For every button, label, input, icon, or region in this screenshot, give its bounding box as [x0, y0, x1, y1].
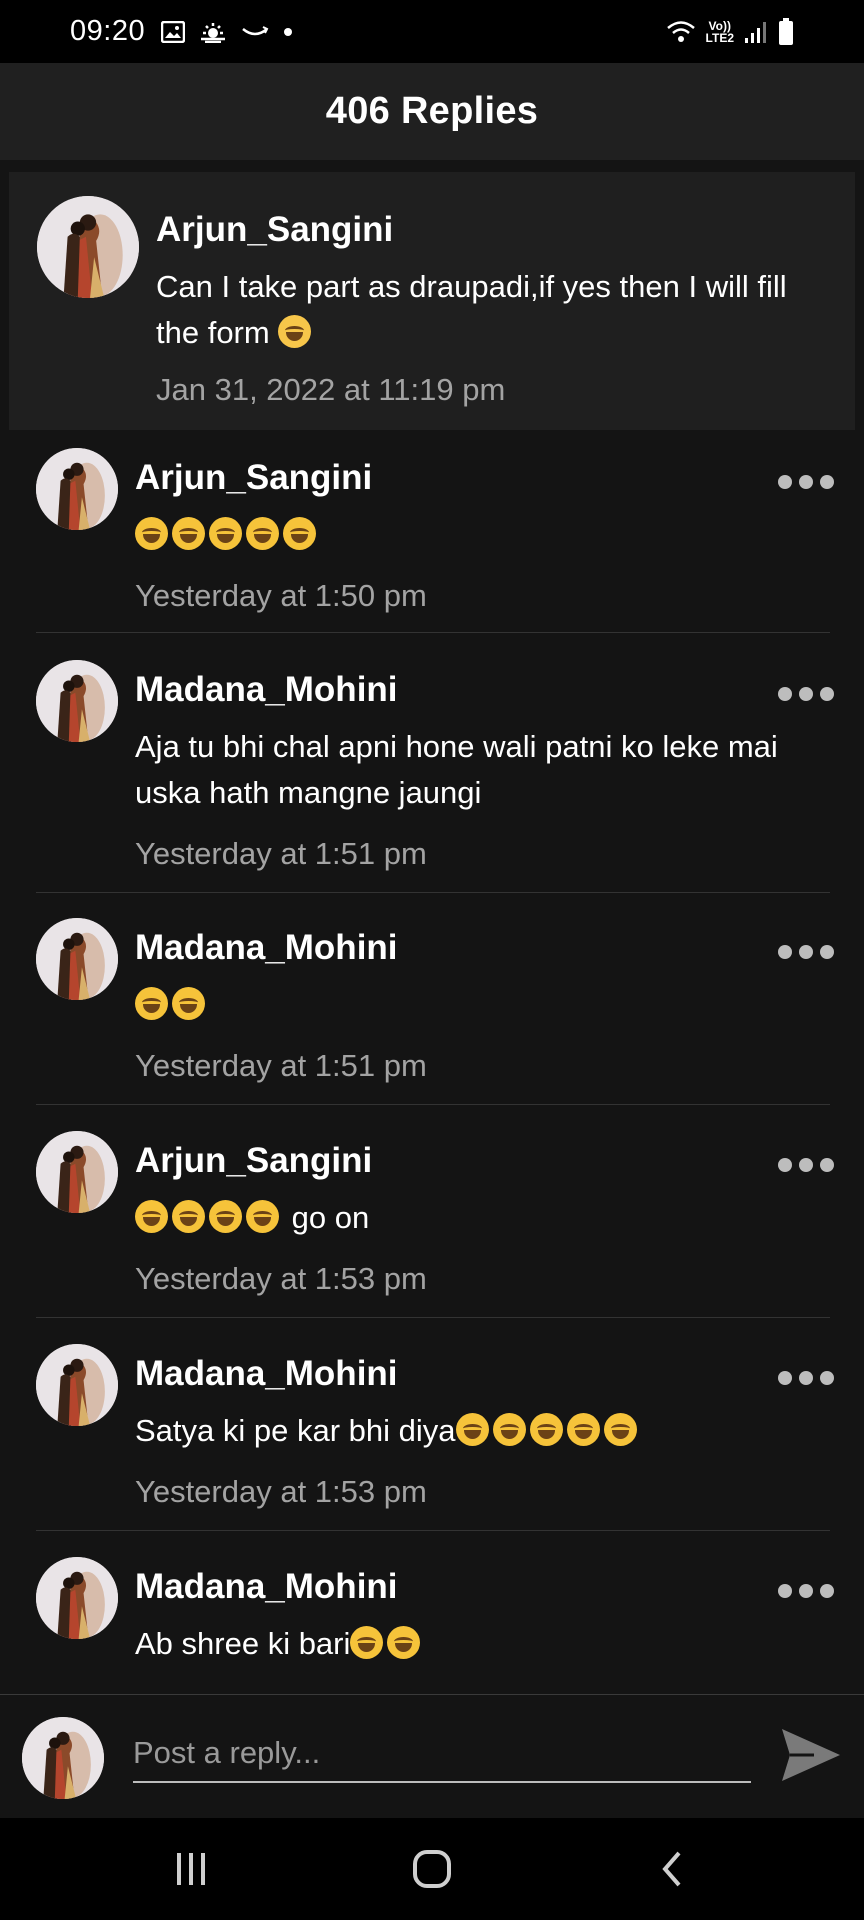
avatar[interactable]: [36, 660, 118, 742]
reply-text-content: go on: [291, 1200, 370, 1235]
reply-item: Madana_Mohini Ab shree ki bari: [0, 1557, 864, 1694]
more-options-button[interactable]: [778, 1366, 834, 1390]
amazon-icon: [241, 25, 269, 39]
home-button[interactable]: [402, 1839, 462, 1899]
laugh-emoji-icon: [246, 517, 279, 550]
reply-item: Madana_Mohini Satya ki pe kar bhi diya Y…: [0, 1344, 864, 1531]
wifi-icon: [666, 20, 696, 44]
laugh-emoji-icon: [603, 1413, 637, 1446]
username[interactable]: Madana_Mohini: [135, 1567, 398, 1607]
status-system-icons: Vo)) LTE2: [666, 17, 794, 46]
post-text-content: Can I take part as draupadi,if yes then …: [156, 269, 787, 350]
reply-text-content: Ab shree ki bari: [135, 1626, 351, 1661]
timestamp: Yesterday at 1:53 pm: [135, 1474, 427, 1509]
reply-item: Madana_Mohini Aja tu bhi chal apni hone …: [0, 660, 864, 893]
reply-text: [135, 982, 835, 1028]
username[interactable]: Arjun_Sangini: [135, 1141, 372, 1181]
reply-text-content: Satya ki pe kar bhi diya: [135, 1413, 456, 1448]
lte-label: LTE2: [705, 30, 734, 45]
battery-icon: [778, 17, 794, 46]
status-bar: 09:20 Vo)) LTE2: [0, 0, 864, 63]
status-notification-icons: [161, 20, 293, 43]
weather-icon: [199, 21, 227, 43]
timestamp: Yesterday at 1:53 pm: [135, 1261, 427, 1296]
back-icon: [662, 1851, 681, 1887]
more-options-button[interactable]: [778, 940, 834, 964]
laugh-emoji-icon: [387, 1626, 421, 1659]
laugh-emoji-icon: [172, 517, 205, 550]
reply-text: [135, 512, 835, 558]
reply-composer: [0, 1694, 864, 1818]
laugh-emoji-icon: [455, 1413, 489, 1446]
laugh-emoji-icon: [283, 517, 316, 550]
more-options-button[interactable]: [778, 1579, 834, 1603]
more-options-button[interactable]: [778, 1153, 834, 1177]
system-nav-bar: [0, 1818, 864, 1920]
reply-text: Satya ki pe kar bhi diya: [135, 1408, 835, 1454]
recents-icon: [176, 1853, 205, 1885]
laugh-emoji-icon: [529, 1413, 563, 1446]
laugh-emoji-icon: [172, 987, 205, 1020]
laugh-emoji-icon: [566, 1413, 600, 1446]
reply-text: Ab shree ki bari: [135, 1621, 835, 1667]
status-time: 09:20: [70, 15, 146, 47]
post-text: Can I take part as draupadi,if yes then …: [156, 264, 836, 356]
laugh-emoji-icon: [172, 1200, 205, 1233]
page-title: 406 Replies: [325, 90, 539, 132]
username[interactable]: Madana_Mohini: [135, 670, 398, 710]
reply-text: Aja tu bhi chal apni hone wali patni ko …: [135, 729, 778, 810]
dot-icon: [283, 27, 293, 37]
divider: [36, 1104, 830, 1105]
avatar: [22, 1717, 104, 1799]
username[interactable]: Madana_Mohini: [135, 1354, 398, 1394]
back-button[interactable]: [643, 1839, 703, 1899]
laugh-emoji-icon: [135, 517, 168, 550]
avatar[interactable]: [36, 1344, 118, 1426]
avatar[interactable]: [36, 448, 118, 530]
timestamp: Yesterday at 1:51 pm: [135, 836, 427, 871]
laugh-emoji-icon: [135, 987, 168, 1020]
original-post: Arjun_Sangini Can I take part as draupad…: [9, 172, 855, 430]
reply-item: Madana_Mohini Yesterday at 1:51 pm: [0, 918, 864, 1105]
divider: [36, 892, 830, 893]
username[interactable]: Arjun_Sangini: [156, 210, 393, 250]
username[interactable]: Arjun_Sangini: [135, 458, 372, 498]
laugh-emoji-icon: [209, 517, 242, 550]
timestamp: Jan 31, 2022 at 11:19 pm: [156, 372, 506, 407]
divider: [36, 1317, 830, 1318]
home-icon: [412, 1850, 451, 1888]
laugh-emoji-icon: [350, 1626, 384, 1659]
timestamp: Yesterday at 1:50 pm: [135, 578, 427, 613]
more-options-button[interactable]: [778, 470, 834, 494]
avatar[interactable]: [37, 196, 139, 298]
laugh-emoji-icon: [492, 1413, 526, 1446]
avatar[interactable]: [36, 918, 118, 1000]
divider: [36, 1530, 830, 1531]
avatar[interactable]: [36, 1131, 118, 1213]
timestamp: Yesterday at 1:51 pm: [135, 1048, 427, 1083]
reply-item: Arjun_Sangini Yesterday at 1:50 pm: [0, 448, 864, 634]
username[interactable]: Madana_Mohini: [135, 928, 398, 968]
signal-icon: [744, 20, 768, 44]
reply-input[interactable]: [133, 1725, 751, 1783]
recents-button[interactable]: [161, 1839, 221, 1899]
header: 406 Replies: [0, 63, 864, 160]
reply-text: go on: [135, 1195, 835, 1241]
divider: [36, 632, 830, 633]
reply-item: Arjun_Sangini go on Yesterday at 1:53 pm: [0, 1131, 864, 1318]
avatar[interactable]: [36, 1557, 118, 1639]
laugh-emoji-icon: [246, 1200, 279, 1233]
smile-emoji-icon: [278, 315, 312, 348]
laugh-emoji-icon: [209, 1200, 242, 1233]
network-label: Vo)) LTE2: [706, 20, 734, 44]
more-options-button[interactable]: [778, 682, 834, 706]
send-button[interactable]: [780, 1727, 842, 1783]
image-icon: [161, 20, 186, 43]
send-icon: [782, 1729, 840, 1781]
laugh-emoji-icon: [135, 1200, 168, 1233]
